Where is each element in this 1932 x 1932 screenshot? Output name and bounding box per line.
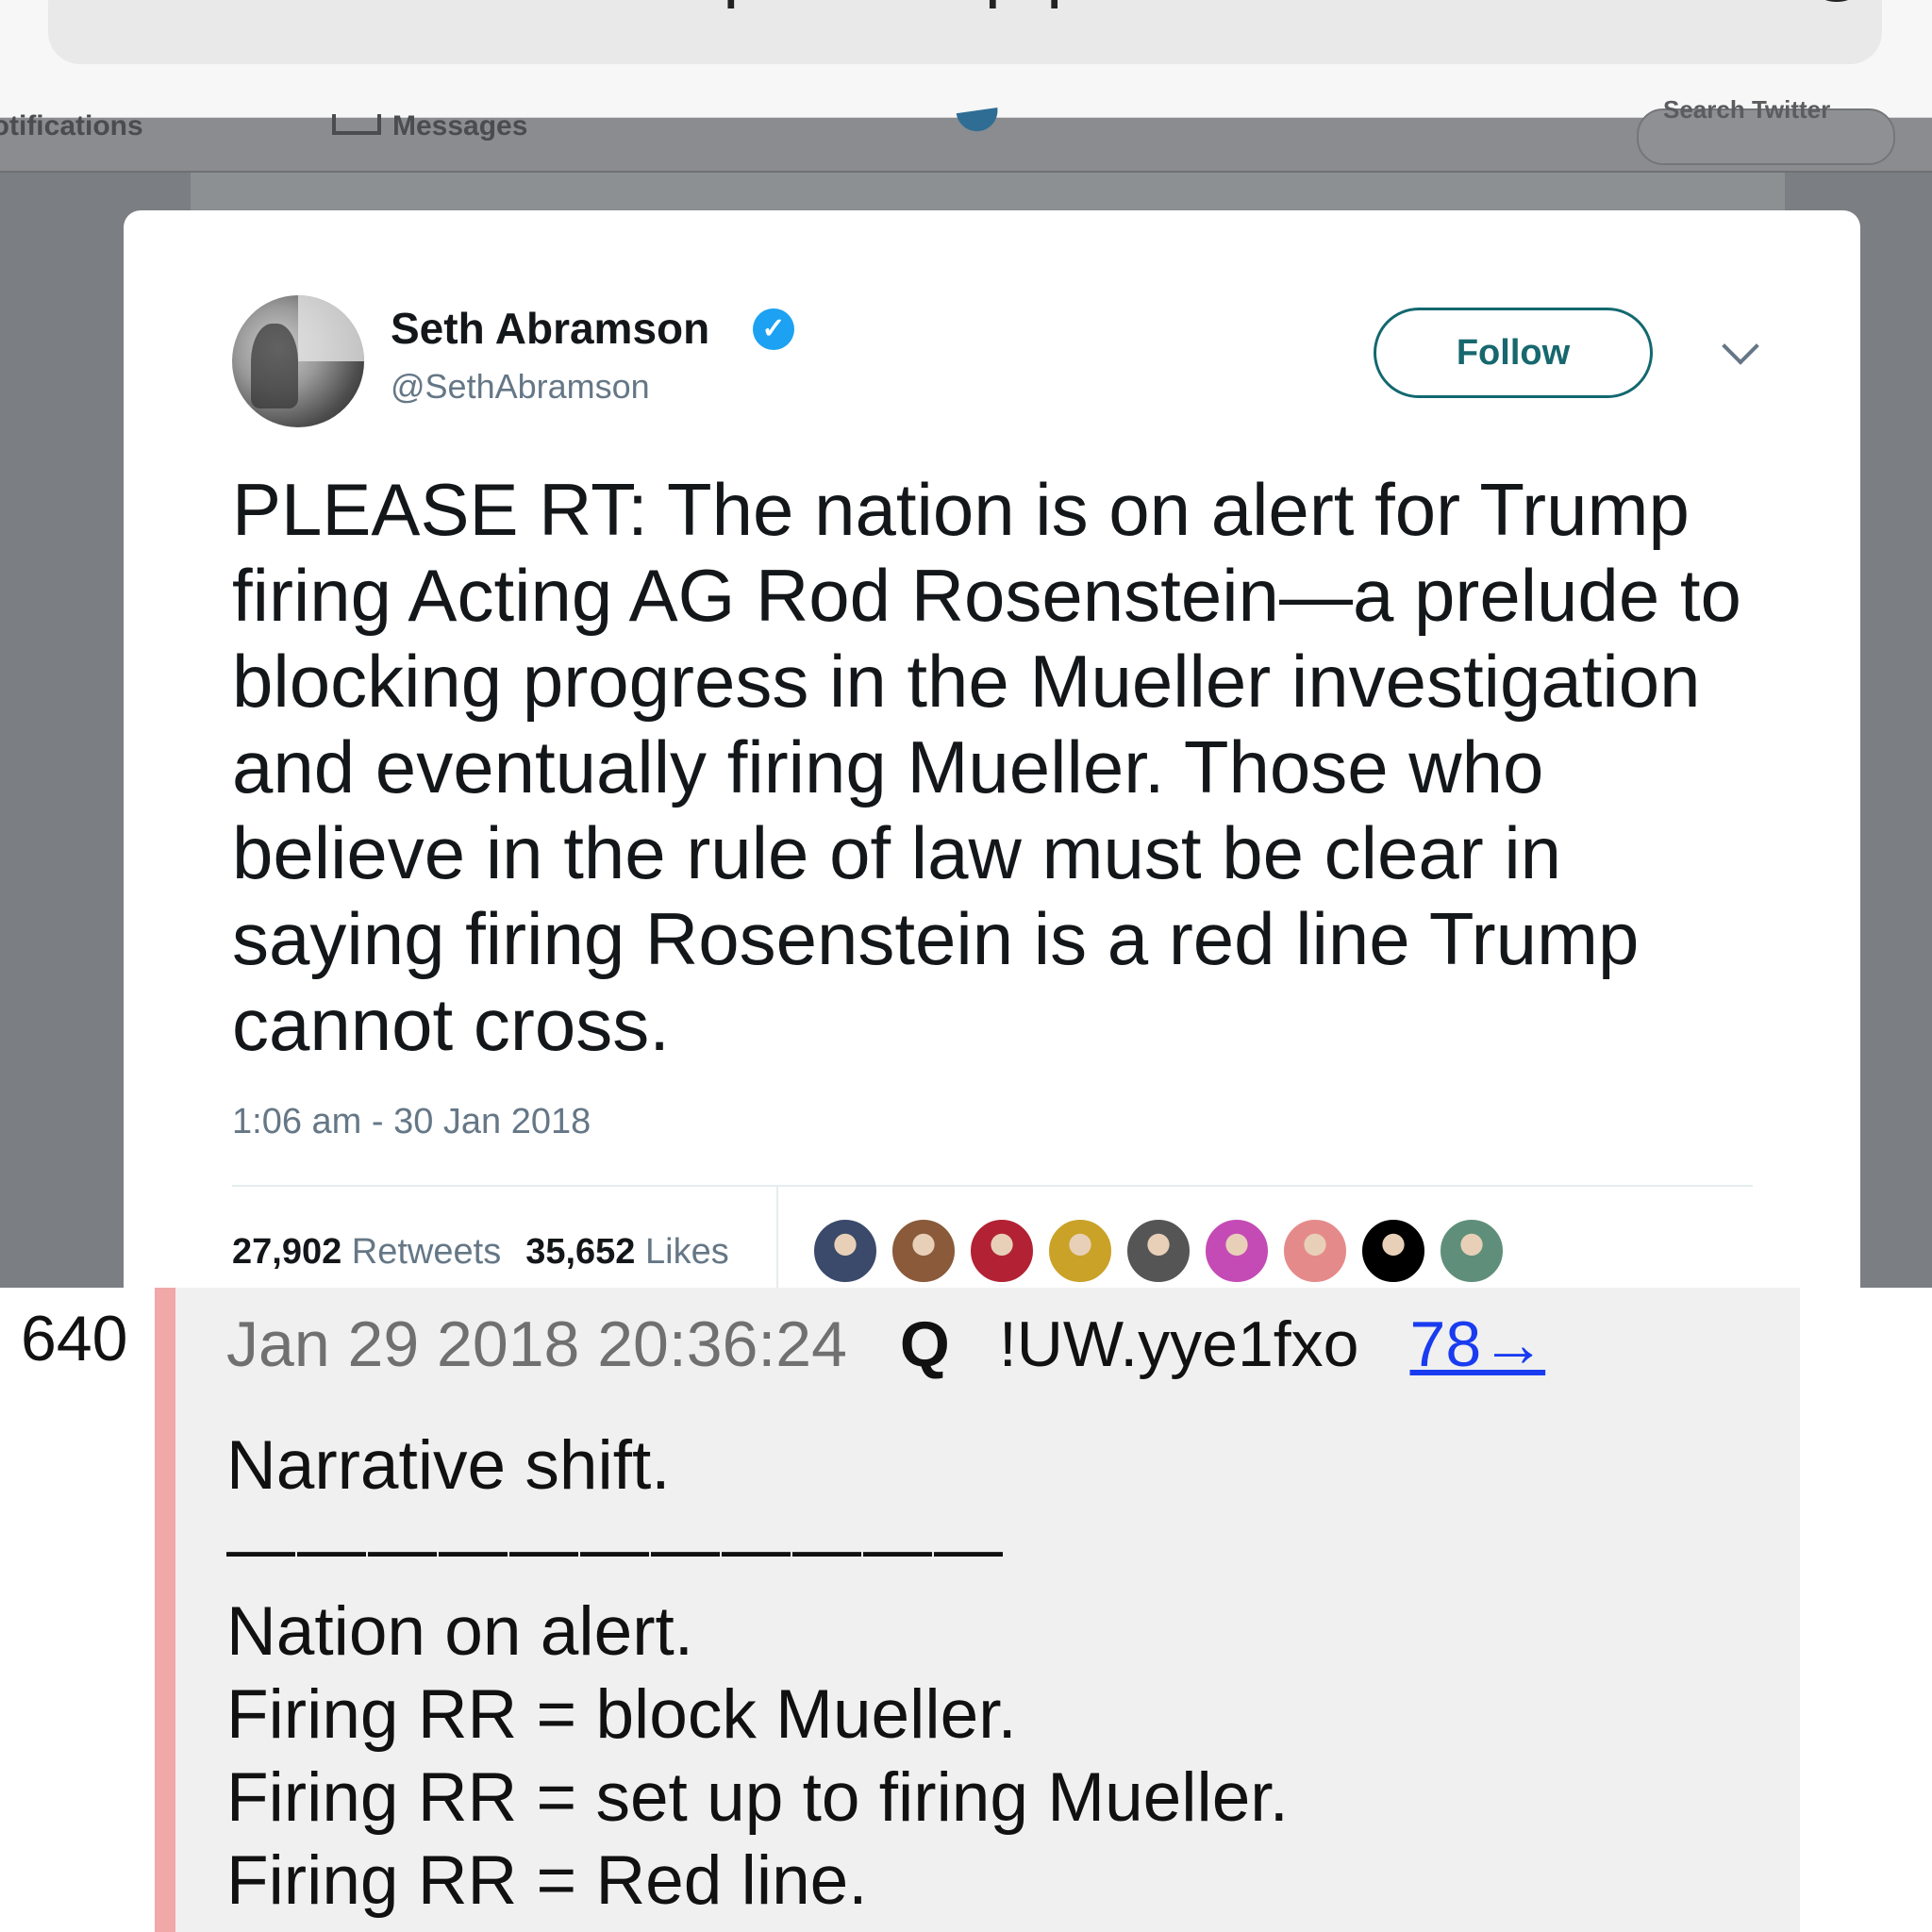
retweets-label: Retweets <box>351 1232 502 1272</box>
post-divider-line: ——————————— <box>226 1510 1005 1587</box>
follow-button[interactable]: Follow <box>1374 308 1653 398</box>
avatar[interactable] <box>232 295 364 427</box>
liker-avatar[interactable] <box>812 1218 878 1284</box>
liker-avatar[interactable] <box>1439 1218 1505 1284</box>
liker-avatar[interactable] <box>1047 1218 1113 1284</box>
post-line: Firing RR = set up to firing Mueller. <box>226 1759 1289 1836</box>
liker-avatar[interactable] <box>1204 1218 1270 1284</box>
address-bar[interactable]: qoodeluq.qithub.io <box>48 0 1882 64</box>
tweet-user-name[interactable]: Seth Abramson <box>391 303 709 354</box>
likes-count: 35,652 <box>525 1232 636 1272</box>
reload-icon[interactable] <box>1803 0 1871 2</box>
post-line: Firing RR = block Mueller. <box>226 1676 1017 1753</box>
url-text: qoodeluq.qithub.io <box>699 0 1302 10</box>
search-placeholder: Search Twitter <box>1663 95 1831 124</box>
stats-separator <box>776 1187 778 1288</box>
chevron-down-icon[interactable] <box>1722 327 1759 365</box>
avatar-sky <box>298 295 364 361</box>
post-body: Jan 29 2018 20:36:24 Q !UW.yye1fxo 78→ Narr… <box>175 1288 1800 1932</box>
verified-badge-icon: ✓ <box>753 308 794 350</box>
post-line: Narrative shift. <box>226 1427 671 1504</box>
stats-divider <box>232 1185 1753 1187</box>
likes-stat[interactable]: 35,652 Likes <box>525 1232 729 1272</box>
post-reply-link[interactable]: 78→ <box>1410 1308 1546 1380</box>
tweet-stats: 27,902 Retweets 35,652 Likes <box>232 1232 729 1273</box>
tweet-timestamp[interactable]: 1:06 am - 30 Jan 2018 <box>232 1102 591 1142</box>
avatar-tree <box>251 324 298 408</box>
messages-icon <box>332 114 381 135</box>
post-number: 640 <box>21 1303 128 1374</box>
post-accent-bar <box>155 1288 175 1932</box>
nav-notifications[interactable]: Notifications <box>0 110 143 142</box>
post-header: Jan 29 2018 20:36:24 Q !UW.yye1fxo 78→ <box>226 1297 1545 1391</box>
retweets-stat[interactable]: 27,902 Retweets <box>232 1232 501 1272</box>
browser-toolbar: qoodeluq.qithub.io <box>0 0 1932 118</box>
post-tripcode: !UW.yye1fxo <box>998 1308 1359 1380</box>
liker-avatar[interactable] <box>891 1218 957 1284</box>
tweet-text: PLEASE RT: The nation is on alert for Tr… <box>232 468 1741 1066</box>
nav-messages[interactable]: Messages <box>392 110 527 142</box>
likes-label: Likes <box>645 1232 729 1272</box>
twitter-search-input[interactable]: Search Twitter <box>1637 95 1895 165</box>
post-author: Q <box>899 1308 950 1380</box>
liker-avatar[interactable] <box>1360 1218 1426 1284</box>
retweets-count: 27,902 <box>232 1232 342 1272</box>
tweet-card: Seth Abramson ✓ @SethAbramson Follow PLE… <box>124 210 1860 1288</box>
liker-avatar[interactable] <box>1282 1218 1348 1284</box>
tweet-user-handle[interactable]: @SethAbramson <box>391 367 650 407</box>
post-line: Firing RR = Red line. <box>226 1842 868 1919</box>
twitter-nav-bar: Notifications Messages Search Twitter <box>0 95 1932 173</box>
post-line: Nation on alert. <box>226 1593 694 1670</box>
liker-avatar[interactable] <box>969 1218 1035 1284</box>
post-message: Narrative shift. ——————————— Nation on a… <box>226 1424 1289 1923</box>
liker-avatar[interactable] <box>1125 1218 1191 1284</box>
post-date: Jan 29 2018 20:36:24 <box>226 1308 847 1380</box>
twitter-bird-icon <box>956 108 1001 134</box>
